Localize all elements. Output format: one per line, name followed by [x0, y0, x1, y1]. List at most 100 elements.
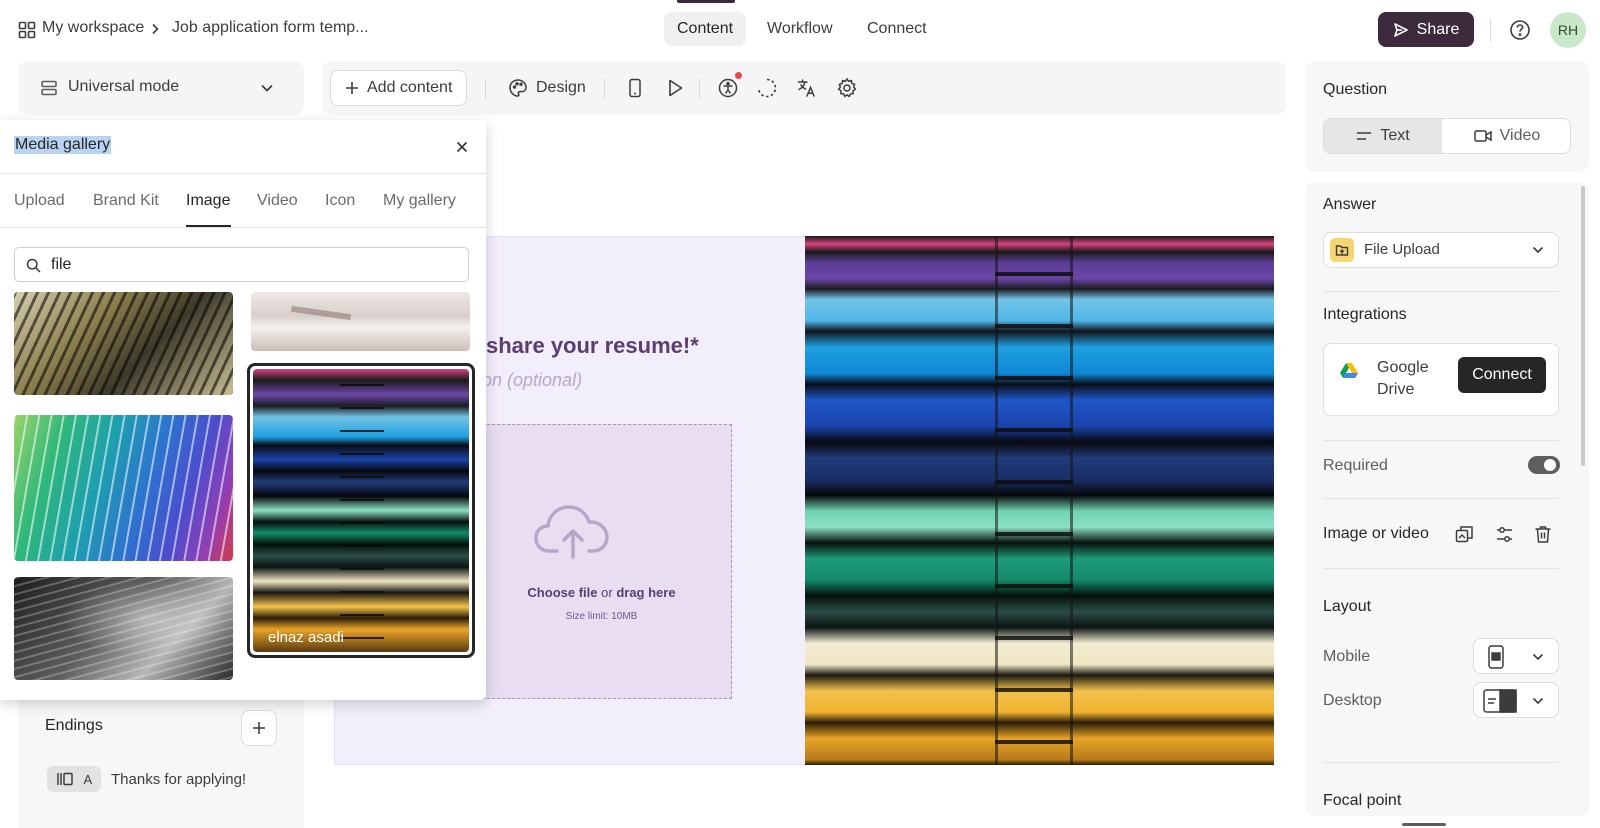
share-label: Share — [1416, 20, 1460, 38]
answer-settings: Answer File Upload Integrations Google D… — [1305, 182, 1589, 816]
breadcrumb-form-title[interactable]: Job application form temp... — [172, 19, 369, 37]
panel-scrollbar[interactable] — [1581, 186, 1585, 466]
top-bar: My workspace Job application form temp..… — [0, 0, 1600, 60]
chevron-down-icon — [1532, 652, 1544, 662]
design-label: Design — [536, 79, 586, 96]
text-option[interactable]: Text — [1324, 119, 1442, 153]
question-cover-image[interactable] — [805, 236, 1274, 765]
desktop-layout-select[interactable] — [1473, 682, 1559, 718]
toggle-knob — [1544, 459, 1556, 471]
palette-icon — [508, 78, 528, 98]
question-title[interactable]: share your resume!* — [486, 333, 699, 359]
thumbnail-rainbow-folders-selected[interactable]: elnaz asadi — [247, 363, 475, 658]
breadcrumb-workspace[interactable]: My workspace — [42, 19, 144, 37]
tab-my-gallery[interactable]: My gallery — [383, 192, 456, 210]
chevron-down-icon — [1532, 696, 1544, 706]
media-gallery-panel: Media gallery Upload Brand Kit Image Vid… — [0, 120, 486, 700]
tab-connect[interactable]: Connect — [854, 12, 940, 46]
help-icon[interactable] — [1509, 19, 1531, 41]
design-button[interactable]: Design — [494, 70, 600, 106]
file-upload-dropzone[interactable]: Choose file or drag here Size limit: 10M… — [472, 424, 732, 699]
delete-trash-icon[interactable] — [1534, 525, 1552, 544]
chevron-right-icon — [150, 23, 160, 35]
tab-workflow[interactable]: Workflow — [754, 12, 846, 46]
play-preview-icon[interactable] — [664, 77, 686, 99]
upload-instructions: Choose file or drag here — [473, 585, 730, 600]
plus-icon — [345, 81, 359, 95]
add-content-button[interactable]: Add content — [330, 70, 468, 106]
clip-marks — [995, 236, 1073, 765]
toolbar-divider — [604, 79, 605, 99]
avatar[interactable]: RH — [1550, 12, 1586, 48]
choose-file-link[interactable]: Choose file — [527, 585, 597, 600]
question-description[interactable]: on (optional) — [482, 370, 582, 391]
replace-image-icon[interactable] — [1455, 525, 1474, 544]
image-adjust-icon[interactable] — [1495, 525, 1514, 544]
layout-header: Layout — [1323, 598, 1372, 615]
tab-upload[interactable]: Upload — [14, 192, 65, 210]
active-tab-indicator — [677, 0, 735, 3]
chevron-down-icon — [260, 82, 274, 94]
endings-section: Endings A Thanks for applying! — [18, 695, 304, 828]
plus-icon — [252, 721, 266, 735]
focal-point-header: Focal point — [1323, 792, 1402, 809]
endings-label: Endings — [45, 717, 103, 734]
connect-drive-button[interactable]: Connect — [1458, 357, 1546, 393]
thumbnail-index-cards[interactable] — [251, 292, 470, 351]
toolbar-divider — [485, 79, 486, 99]
apps-grid-icon[interactable] — [18, 21, 36, 39]
settings-gear-icon[interactable] — [836, 77, 858, 99]
text-option-label: Text — [1380, 127, 1410, 144]
desktop-label: Desktop — [1323, 692, 1382, 709]
required-toggle[interactable] — [1528, 456, 1560, 474]
tab-brand-kit[interactable]: Brand Kit — [93, 192, 159, 210]
mobile-label: Mobile — [1323, 648, 1371, 665]
answer-header: Answer — [1323, 196, 1377, 213]
send-icon — [1393, 22, 1409, 38]
video-option[interactable]: Video — [1442, 119, 1570, 153]
mobile-layout-select[interactable] — [1473, 638, 1559, 674]
section-divider — [1323, 568, 1559, 569]
thumbnail-paper-stack[interactable] — [14, 577, 233, 680]
search-icon — [26, 258, 41, 273]
answer-type-label: File Upload — [1364, 241, 1440, 258]
add-ending-button[interactable] — [241, 710, 277, 746]
tab-video[interactable]: Video — [257, 192, 298, 210]
section-divider — [1323, 440, 1559, 441]
answer-type-select[interactable]: File Upload — [1323, 232, 1559, 268]
image-or-video-label: Image or video — [1323, 525, 1429, 542]
mobile-layout-icon — [1487, 645, 1505, 669]
add-content-label: Add content — [367, 79, 453, 96]
google-drive-icon — [1340, 362, 1358, 378]
search-input[interactable]: file — [51, 256, 71, 274]
topbar-divider — [1490, 18, 1491, 42]
mobile-preview-icon[interactable] — [624, 77, 646, 99]
clip-marks — [340, 369, 384, 652]
close-icon[interactable] — [456, 141, 468, 153]
integration-name-line1: Google — [1377, 359, 1429, 376]
accessibility-icon[interactable] — [717, 77, 739, 99]
upload-or-text: or — [601, 585, 613, 600]
ending-item[interactable]: A Thanks for applying! — [28, 761, 294, 797]
tab-icon[interactable]: Icon — [325, 192, 355, 210]
thumbnail-color-swatches[interactable] — [14, 415, 233, 561]
desktop-layout-icon — [1483, 689, 1517, 713]
section-divider — [1323, 498, 1559, 499]
cloud-upload-icon — [533, 503, 613, 561]
ending-text: Thanks for applying! — [111, 770, 247, 788]
tab-content[interactable]: Content — [664, 12, 747, 46]
ending-letter: A — [83, 771, 93, 787]
mode-selector[interactable]: Universal mode — [18, 61, 304, 115]
chevron-down-icon — [1532, 245, 1544, 255]
share-button[interactable]: Share — [1378, 12, 1474, 47]
integrations-header: Integrations — [1323, 306, 1407, 323]
loading-spinner-icon[interactable] — [756, 77, 778, 99]
translate-icon[interactable] — [796, 77, 818, 99]
thumbnail-vinyl-records[interactable] — [14, 292, 233, 395]
question-settings: Question Text Video — [1305, 61, 1589, 172]
search-field[interactable]: file — [14, 247, 469, 282]
integration-name-line2: Drive — [1377, 381, 1415, 398]
upload-size-limit: Size limit: 10MB — [565, 611, 638, 622]
tab-image[interactable]: Image — [186, 192, 230, 210]
media-gallery-title: Media gallery — [14, 136, 112, 154]
